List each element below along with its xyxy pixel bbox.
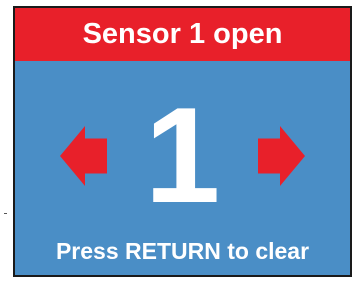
sensor-number: 1 <box>144 79 221 231</box>
clear-instruction: Press RETURN to clear <box>55 238 310 264</box>
sensor-alert-panel: Sensor 1 open 1 Press RETURN to clear <box>13 6 352 277</box>
alert-title: Sensor 1 open <box>15 8 350 61</box>
edge-mark <box>4 213 7 214</box>
